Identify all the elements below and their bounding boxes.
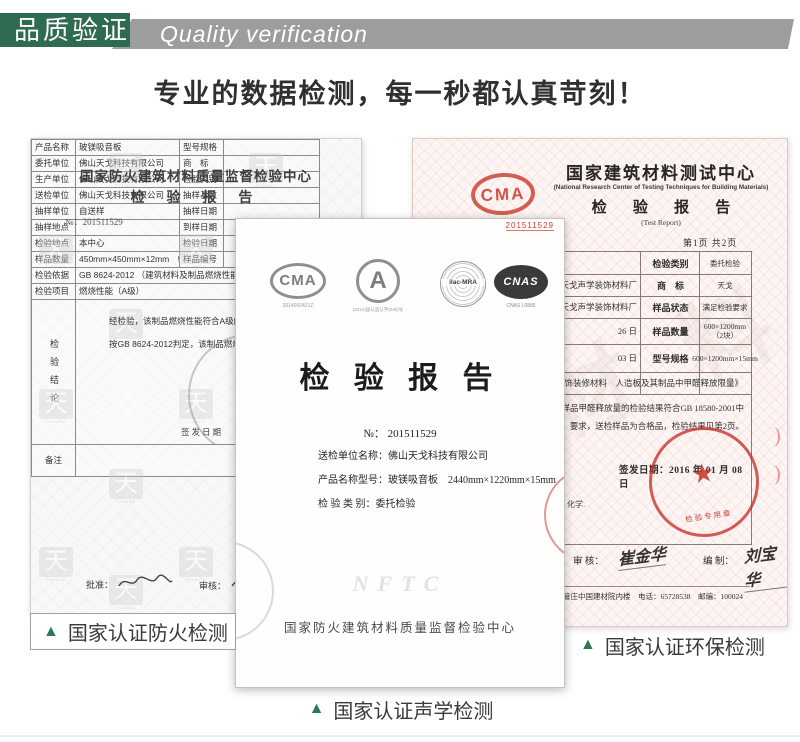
table-value: 600×1200mm×15mm <box>700 344 750 372</box>
tiange-watermark: 天TIANGE <box>106 469 146 504</box>
approve-signature: 批准： <box>86 573 173 591</box>
remark-fragment: 化学. <box>567 499 585 510</box>
field-value: 委托检验 <box>376 499 416 510</box>
caption-text: 国家认证防火检测 <box>68 617 228 646</box>
cert-fire-report-number: №：201511529 <box>65 215 123 228</box>
caption-fire-certification: ▲ 国家认证防火检测 <box>30 613 236 650</box>
red-serial-number: 201511529 <box>506 221 554 231</box>
field-label: 产品名称型号： <box>318 475 388 486</box>
tiange-watermark: 天TIANGE <box>176 234 216 269</box>
triangle-icon: ▲ <box>43 623 59 641</box>
reviewer-signature: 崔金华 <box>618 540 666 571</box>
table-label: 检验项目 <box>32 284 76 300</box>
review-label: 审核： <box>199 579 226 592</box>
cert-main-title: 检 验 报 告 <box>236 353 564 397</box>
triangle-icon: ▲ <box>309 700 325 718</box>
section-badge: 品质验证 <box>0 13 130 47</box>
cert-env-org-name-en: (National Research Center of Testing Tec… <box>525 184 788 191</box>
red-mark-decoration <box>766 427 780 447</box>
cert-env-title-en: (Test Report) <box>541 218 781 227</box>
cert-env-org-name: 国家建筑材料测试中心 <box>541 159 781 184</box>
ilac-mra-logo: ilac-MRA <box>440 261 486 307</box>
signature-squiggle <box>117 573 173 591</box>
review-label: 审 核： <box>573 553 604 567</box>
table-value: 本中心 <box>76 236 180 252</box>
nftc-watermark: NFTC <box>236 571 564 597</box>
field-value: 玻镁吸音板 2440mm×1220mm×15mm <box>388 475 556 486</box>
field-label: 送检单位名称： <box>318 451 388 462</box>
bottom-divider <box>0 735 800 737</box>
cert-env-footer: 管庄中国建材院内楼 电话：65728538 邮编：100024 <box>563 591 743 602</box>
table-label: 样品数量 <box>641 318 700 344</box>
cma-caption: 2014000421Z <box>260 303 336 309</box>
caption-env-certification: ▲ 国家认证环保检测 <box>578 630 765 660</box>
field-product: 产品名称型号：玻镁吸音板 2440mm×1220mm×15mm <box>318 471 556 486</box>
caption-text: 国家认证环保检测 <box>605 631 765 660</box>
cnas-caption: CNAS L0886 <box>488 303 554 309</box>
table-value: 天戈 <box>700 274 750 296</box>
table-label: 型号规格 <box>180 140 224 156</box>
table-value: 600×1200mm（2块） <box>700 318 750 344</box>
table-label: 检验依据 <box>32 268 76 284</box>
table-label: 型号规格 <box>641 344 700 372</box>
ilac-mra-label: ilac-MRA <box>441 279 485 286</box>
table-label: 检验类别 <box>641 252 700 274</box>
section-banner: Quality verification <box>112 19 794 49</box>
caption-acoustic-certification: ▲ 国家认证声学检测 <box>235 694 565 724</box>
certificate-main-report: 201511529 CMA 2014000421Z A (2014)国认监认字(… <box>235 218 565 688</box>
preparer-signature: 刘宝华 <box>744 538 788 593</box>
field-label: 检 验 类 别： <box>318 499 376 510</box>
red-mark-decoration <box>766 465 780 485</box>
cert-main-org-name: 国家防火建筑材料质量监督检验中心 <box>236 617 564 636</box>
triangle-icon: ▲ <box>580 636 596 654</box>
caption-text: 国家认证声学检测 <box>333 695 493 724</box>
tiange-watermark: 天TIANGE <box>36 547 76 582</box>
cert-main-report-number: №： 201511529 <box>236 425 564 441</box>
tiange-watermark: 天TIANGE <box>36 389 76 424</box>
cal-logo: A <box>356 259 400 303</box>
cert-fire-org-name: 国家防火建筑材料质量监督检验中心 <box>31 165 361 185</box>
cma-logo: CMA <box>270 263 326 299</box>
cma-red-logo: CMA <box>470 171 536 216</box>
field-test-type: 检 验 类 别：委托检验 <box>318 495 416 510</box>
page-title: 专业的数据检测，每一秒都认真苛刻！ <box>0 72 800 111</box>
cnas-logo: CNAS <box>494 265 548 299</box>
field-value: 佛山天戈科技有限公司 <box>388 451 488 462</box>
table-value: 450mm×450mm×12mm 5块 <box>76 252 180 268</box>
remark-label: 备注 <box>32 445 76 477</box>
table-value: 满足检验要求 <box>700 296 750 318</box>
quality-verification-section: 品质验证 Quality verification 专业的数据检测，每一秒都认真… <box>0 0 800 742</box>
table-label: 产品名称 <box>32 140 76 156</box>
cert-env-title: 检 验 报 告 <box>541 196 781 217</box>
table-label: 样品状态 <box>641 296 700 318</box>
table-value: 委托检验 <box>700 252 750 274</box>
tiange-watermark: 天TIANGE <box>36 234 76 269</box>
field-client: 送检单位名称：佛山天戈科技有限公司 <box>318 447 488 462</box>
cert-fire-title: 检 验 报 告 <box>31 187 361 207</box>
table-label: 商 标 <box>641 274 700 296</box>
prepare-label: 编 制： <box>703 553 734 567</box>
approve-label: 批准： <box>86 578 113 591</box>
cal-caption: (2014)国认监认字(045)号 <box>332 307 424 313</box>
stamp-star-icon: ★ <box>649 451 756 496</box>
page-number: 第1页 共2页 <box>683 236 763 249</box>
